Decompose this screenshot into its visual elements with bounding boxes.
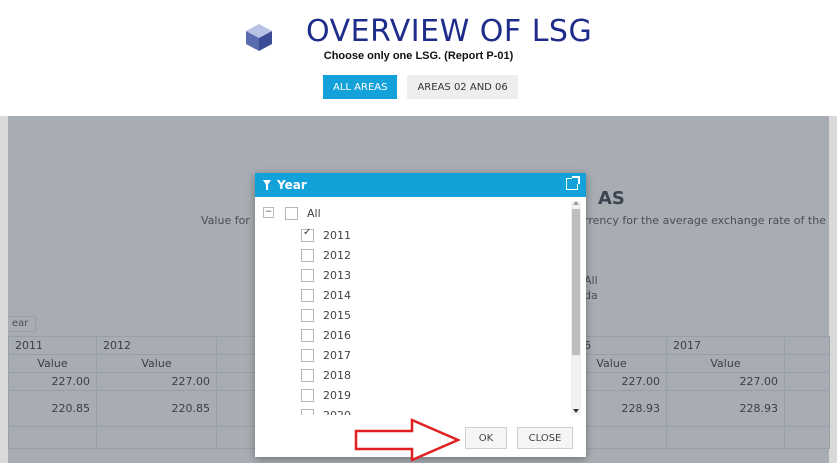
table-cell: 2011 bbox=[8, 336, 97, 355]
tab-all-areas[interactable]: ALL AREAS bbox=[323, 75, 398, 99]
year-checkbox[interactable] bbox=[301, 328, 314, 342]
table-cell bbox=[784, 426, 830, 449]
table-cell: 227.00 bbox=[96, 372, 217, 391]
year-label: 2020 bbox=[323, 408, 351, 416]
table-cell bbox=[666, 426, 785, 449]
table-cell: 227.00 bbox=[666, 372, 785, 391]
report-description-right: rrency for the average exchange rate of … bbox=[584, 214, 826, 227]
list-scrollbar[interactable] bbox=[571, 201, 581, 415]
report-description-left: Value for bbox=[201, 214, 250, 227]
list-item[interactable]: 2017 bbox=[301, 345, 351, 365]
filter-icon bbox=[263, 180, 271, 190]
year-label: 2018 bbox=[323, 368, 351, 382]
list-item[interactable]: 2018 bbox=[301, 365, 351, 385]
close-button[interactable]: CLOSE bbox=[517, 427, 573, 449]
table-cell bbox=[96, 426, 217, 449]
annotation-arrow-icon bbox=[354, 418, 460, 462]
list-item[interactable]: 2020 bbox=[301, 405, 351, 415]
table-cell bbox=[784, 390, 830, 427]
report-heading: AS bbox=[598, 188, 625, 209]
table-cell bbox=[784, 354, 830, 373]
year-label: 2013 bbox=[323, 268, 351, 282]
year-dimension-label: ear bbox=[8, 316, 36, 332]
list-item[interactable]: 2015 bbox=[301, 305, 351, 325]
table-cell bbox=[784, 372, 830, 391]
table-cell: 220.85 bbox=[96, 390, 217, 427]
popout-icon[interactable] bbox=[566, 176, 580, 190]
year-checkbox[interactable] bbox=[301, 408, 314, 415]
table-cell bbox=[784, 336, 830, 355]
table-cell: 2017 bbox=[666, 336, 785, 355]
list-item[interactable]: 2019 bbox=[301, 385, 351, 405]
dialog-title: Year bbox=[277, 178, 307, 192]
list-item[interactable]: 2013 bbox=[301, 265, 351, 285]
list-item[interactable]: 2016 bbox=[301, 325, 351, 345]
area-tabs: ALL AREAS AREAS 02 AND 06 bbox=[323, 75, 518, 99]
year-checkbox[interactable] bbox=[301, 227, 314, 242]
scroll-up-icon[interactable] bbox=[573, 201, 579, 205]
page-title: OVERVIEW OF LSG bbox=[306, 14, 593, 49]
table-cell: Value bbox=[666, 354, 785, 373]
ok-button[interactable]: OK bbox=[465, 427, 507, 449]
year-checkbox[interactable] bbox=[301, 288, 314, 302]
year-list: 2011 2012 2013 2014 2015 2016 2017 2018 2019 2020 bbox=[255, 197, 571, 415]
year-filter-dialog: Year − All 20112012201320142015201620172… bbox=[255, 173, 586, 457]
table-cell bbox=[8, 426, 97, 449]
scroll-thumb[interactable] bbox=[572, 209, 580, 355]
year-checkbox[interactable] bbox=[301, 368, 314, 382]
cube-icon bbox=[246, 24, 272, 51]
year-label: 2012 bbox=[323, 248, 351, 262]
year-checkbox[interactable] bbox=[301, 348, 314, 362]
page-header: OVERVIEW OF LSG Choose only one LSG. (Re… bbox=[0, 0, 837, 116]
table-cell: 227.00 bbox=[8, 372, 97, 391]
filter-value-da: da bbox=[584, 289, 598, 302]
year-label: 2014 bbox=[323, 288, 351, 302]
list-item[interactable]: 2011 bbox=[301, 225, 351, 245]
year-label: 2017 bbox=[323, 348, 351, 362]
year-label: 2015 bbox=[323, 308, 351, 322]
table-cell: 220.85 bbox=[8, 390, 97, 427]
list-item[interactable]: 2014 bbox=[301, 285, 351, 305]
year-checkbox[interactable] bbox=[301, 248, 314, 262]
year-label: 2019 bbox=[323, 388, 351, 402]
year-checkbox[interactable] bbox=[301, 388, 314, 402]
tab-areas-02-06[interactable]: AREAS 02 AND 06 bbox=[407, 75, 518, 99]
table-cell: 2012 bbox=[96, 336, 217, 355]
filter-value-all: All bbox=[584, 274, 598, 287]
year-checkbox[interactable] bbox=[301, 308, 314, 322]
year-label: 2016 bbox=[323, 328, 351, 342]
table-cell: Value bbox=[96, 354, 217, 373]
table-cell: Value bbox=[8, 354, 97, 373]
table-cell: 228.93 bbox=[666, 390, 785, 427]
dialog-header: Year bbox=[255, 173, 586, 197]
list-item[interactable]: 2012 bbox=[301, 245, 351, 265]
year-checkbox[interactable] bbox=[301, 268, 314, 282]
year-label: 2011 bbox=[323, 228, 351, 242]
scroll-down-icon[interactable] bbox=[573, 409, 579, 413]
page-subtitle: Choose only one LSG. (Report P-01) bbox=[323, 50, 514, 62]
